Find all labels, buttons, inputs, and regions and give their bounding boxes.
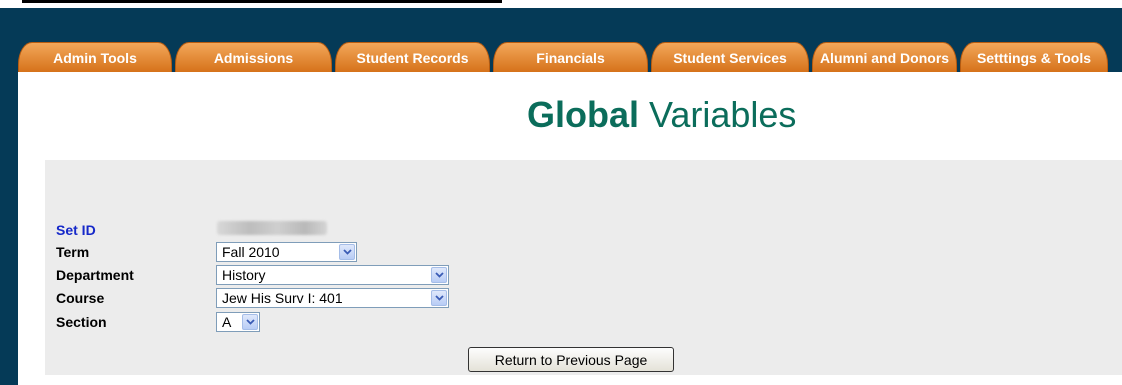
chevron-down-icon[interactable] — [431, 267, 447, 283]
chevron-down-icon[interactable] — [339, 244, 355, 260]
page-title-rest: Variables — [639, 94, 797, 135]
term-label: Term — [56, 244, 90, 260]
set-id-value-redacted — [217, 221, 327, 235]
page-title-bold: Global — [527, 94, 640, 135]
main-content: Global Variables Set ID Term Fall 2010 D… — [18, 72, 1122, 385]
chevron-down-icon[interactable] — [242, 314, 258, 330]
term-select-value: Fall 2010 — [222, 244, 280, 260]
course-label: Course — [56, 290, 105, 306]
chevron-down-icon[interactable] — [431, 290, 447, 306]
section-select[interactable]: A — [216, 312, 260, 332]
tab-admin-tools[interactable]: Admin Tools — [18, 42, 172, 72]
tab-settings-and-tools[interactable]: Setttings & Tools — [960, 42, 1108, 72]
course-select[interactable]: Jew His Surv I: 401 — [216, 288, 449, 308]
tab-financials[interactable]: Financials — [493, 42, 648, 72]
department-label: Department — [56, 267, 134, 283]
course-select-value: Jew His Surv I: 401 — [222, 290, 343, 306]
set-id-label: Set ID — [56, 222, 96, 238]
term-select[interactable]: Fall 2010 — [216, 242, 357, 262]
cropped-heading-underline — [22, 0, 502, 3]
tab-admissions[interactable]: Admissions — [175, 42, 332, 72]
department-select[interactable]: History — [216, 265, 449, 285]
section-select-value: A — [222, 314, 232, 330]
tab-student-records[interactable]: Student Records — [335, 42, 490, 72]
main-nav-tabs: Admin Tools Admissions Student Records F… — [18, 42, 1122, 72]
department-select-value: History — [222, 267, 266, 283]
page-title: Global Variables — [527, 94, 796, 136]
tab-student-services[interactable]: Student Services — [651, 42, 809, 72]
global-variables-form: Set ID Term Fall 2010 Department History… — [45, 160, 1122, 375]
top-edge — [0, 0, 1122, 8]
section-label: Section — [56, 314, 107, 330]
return-to-previous-page-button[interactable]: Return to Previous Page — [468, 347, 674, 372]
tab-alumni-and-donors[interactable]: Alumni and Donors — [812, 42, 957, 72]
